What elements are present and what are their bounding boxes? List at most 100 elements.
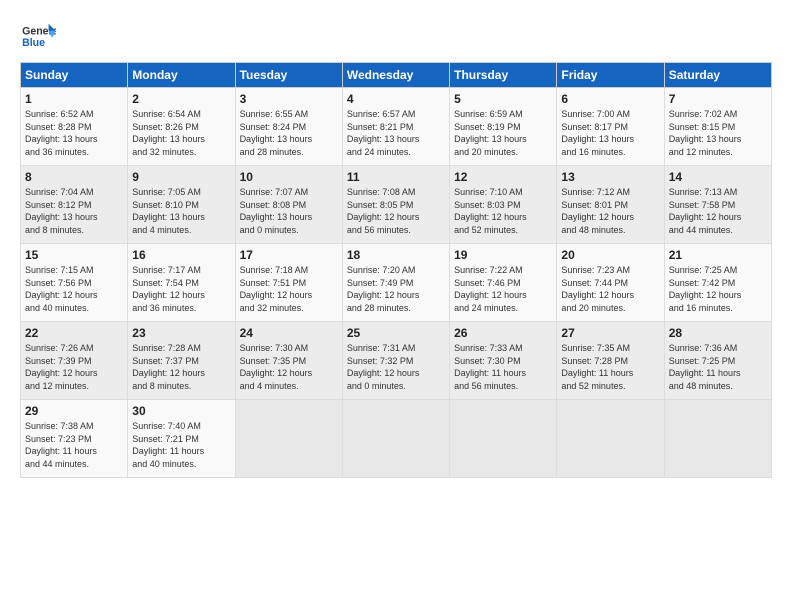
day-info: Sunrise: 7:38 AM Sunset: 7:23 PM Dayligh… bbox=[25, 420, 123, 470]
day-number: 17 bbox=[240, 248, 338, 262]
day-info: Sunrise: 7:08 AM Sunset: 8:05 PM Dayligh… bbox=[347, 186, 445, 236]
day-number: 16 bbox=[132, 248, 230, 262]
day-number: 6 bbox=[561, 92, 659, 106]
day-info: Sunrise: 7:20 AM Sunset: 7:49 PM Dayligh… bbox=[347, 264, 445, 314]
day-cell: 1 Sunrise: 6:52 AM Sunset: 8:28 PM Daylig… bbox=[21, 88, 128, 166]
day-number: 20 bbox=[561, 248, 659, 262]
day-cell: 16 Sunrise: 7:17 AM Sunset: 7:54 PM Dayli… bbox=[128, 244, 235, 322]
day-cell: 8Sunrise: 7:04 AM Sunset: 8:12 PM Daylig… bbox=[21, 166, 128, 244]
page: General Blue SundayMondayTuesdayWednesda… bbox=[0, 0, 792, 488]
day-info: Sunrise: 6:57 AM Sunset: 8:21 PM Dayligh… bbox=[347, 108, 445, 158]
day-cell: 12 Sunrise: 7:10 AM Sunset: 8:03 PM Dayli… bbox=[450, 166, 557, 244]
day-cell: 20 Sunrise: 7:23 AM Sunset: 7:44 PM Dayli… bbox=[557, 244, 664, 322]
day-info: Sunrise: 7:25 AM Sunset: 7:42 PM Dayligh… bbox=[669, 264, 767, 314]
day-info: Sunrise: 7:36 AM Sunset: 7:25 PM Dayligh… bbox=[669, 342, 767, 392]
col-header-tuesday: Tuesday bbox=[235, 63, 342, 88]
day-info: Sunrise: 6:59 AM Sunset: 8:19 PM Dayligh… bbox=[454, 108, 552, 158]
col-header-friday: Friday bbox=[557, 63, 664, 88]
day-number: 18 bbox=[347, 248, 445, 262]
day-info: Sunrise: 7:30 AM Sunset: 7:35 PM Dayligh… bbox=[240, 342, 338, 392]
day-cell: 6 Sunrise: 7:00 AM Sunset: 8:17 PM Daylig… bbox=[557, 88, 664, 166]
day-cell: 9 Sunrise: 7:05 AM Sunset: 8:10 PM Daylig… bbox=[128, 166, 235, 244]
day-cell: 3 Sunrise: 6:55 AM Sunset: 8:24 PM Daylig… bbox=[235, 88, 342, 166]
col-header-thursday: Thursday bbox=[450, 63, 557, 88]
day-number: 26 bbox=[454, 326, 552, 340]
day-info: Sunrise: 7:10 AM Sunset: 8:03 PM Dayligh… bbox=[454, 186, 552, 236]
day-cell bbox=[664, 400, 771, 478]
week-row-1: 1 Sunrise: 6:52 AM Sunset: 8:28 PM Daylig… bbox=[21, 88, 772, 166]
day-number: 25 bbox=[347, 326, 445, 340]
day-cell: 2 Sunrise: 6:54 AM Sunset: 8:26 PM Daylig… bbox=[128, 88, 235, 166]
day-number: 1 bbox=[25, 92, 123, 106]
day-info: Sunrise: 7:35 AM Sunset: 7:28 PM Dayligh… bbox=[561, 342, 659, 392]
day-number: 21 bbox=[669, 248, 767, 262]
day-number: 22 bbox=[25, 326, 123, 340]
day-cell: 25Sunrise: 7:31 AM Sunset: 7:32 PM Dayli… bbox=[342, 322, 449, 400]
day-cell: 30Sunrise: 7:40 AM Sunset: 7:21 PM Dayli… bbox=[128, 400, 235, 478]
week-row-3: 15 Sunrise: 7:15 AM Sunset: 7:56 PM Dayli… bbox=[21, 244, 772, 322]
day-cell: 24 Sunrise: 7:30 AM Sunset: 7:35 PM Dayli… bbox=[235, 322, 342, 400]
day-number: 15 bbox=[25, 248, 123, 262]
day-number: 12 bbox=[454, 170, 552, 184]
day-info: Sunrise: 7:02 AM Sunset: 8:15 PM Dayligh… bbox=[669, 108, 767, 158]
day-info: Sunrise: 7:15 AM Sunset: 7:56 PM Dayligh… bbox=[25, 264, 123, 314]
day-info: Sunrise: 7:33 AM Sunset: 7:30 PM Dayligh… bbox=[454, 342, 552, 392]
day-number: 9 bbox=[132, 170, 230, 184]
day-number: 23 bbox=[132, 326, 230, 340]
day-cell: 7 Sunrise: 7:02 AM Sunset: 8:15 PM Daylig… bbox=[664, 88, 771, 166]
day-number: 24 bbox=[240, 326, 338, 340]
day-cell: 18 Sunrise: 7:20 AM Sunset: 7:49 PM Dayli… bbox=[342, 244, 449, 322]
day-number: 14 bbox=[669, 170, 767, 184]
week-row-5: 29Sunrise: 7:38 AM Sunset: 7:23 PM Dayli… bbox=[21, 400, 772, 478]
week-row-2: 8Sunrise: 7:04 AM Sunset: 8:12 PM Daylig… bbox=[21, 166, 772, 244]
day-info: Sunrise: 7:00 AM Sunset: 8:17 PM Dayligh… bbox=[561, 108, 659, 158]
day-info: Sunrise: 6:54 AM Sunset: 8:26 PM Dayligh… bbox=[132, 108, 230, 158]
col-header-saturday: Saturday bbox=[664, 63, 771, 88]
day-number: 5 bbox=[454, 92, 552, 106]
day-number: 10 bbox=[240, 170, 338, 184]
day-info: Sunrise: 7:28 AM Sunset: 7:37 PM Dayligh… bbox=[132, 342, 230, 392]
col-header-monday: Monday bbox=[128, 63, 235, 88]
day-cell bbox=[235, 400, 342, 478]
day-info: Sunrise: 7:13 AM Sunset: 7:58 PM Dayligh… bbox=[669, 186, 767, 236]
day-info: Sunrise: 7:18 AM Sunset: 7:51 PM Dayligh… bbox=[240, 264, 338, 314]
day-cell bbox=[557, 400, 664, 478]
day-number: 30 bbox=[132, 404, 230, 418]
day-number: 3 bbox=[240, 92, 338, 106]
day-cell: 13Sunrise: 7:12 AM Sunset: 8:01 PM Dayli… bbox=[557, 166, 664, 244]
day-cell bbox=[342, 400, 449, 478]
week-row-4: 22 Sunrise: 7:26 AM Sunset: 7:39 PM Dayli… bbox=[21, 322, 772, 400]
day-number: 7 bbox=[669, 92, 767, 106]
day-number: 8 bbox=[25, 170, 123, 184]
day-info: Sunrise: 7:17 AM Sunset: 7:54 PM Dayligh… bbox=[132, 264, 230, 314]
day-cell: 27Sunrise: 7:35 AM Sunset: 7:28 PM Dayli… bbox=[557, 322, 664, 400]
logo: General Blue bbox=[20, 22, 56, 52]
day-cell: 10 Sunrise: 7:07 AM Sunset: 8:08 PM Dayli… bbox=[235, 166, 342, 244]
day-number: 13 bbox=[561, 170, 659, 184]
day-cell: 17 Sunrise: 7:18 AM Sunset: 7:51 PM Dayli… bbox=[235, 244, 342, 322]
day-cell: 4 Sunrise: 6:57 AM Sunset: 8:21 PM Daylig… bbox=[342, 88, 449, 166]
day-info: Sunrise: 6:55 AM Sunset: 8:24 PM Dayligh… bbox=[240, 108, 338, 158]
day-cell: 11 Sunrise: 7:08 AM Sunset: 8:05 PM Dayli… bbox=[342, 166, 449, 244]
day-number: 4 bbox=[347, 92, 445, 106]
day-number: 19 bbox=[454, 248, 552, 262]
day-cell: 5 Sunrise: 6:59 AM Sunset: 8:19 PM Daylig… bbox=[450, 88, 557, 166]
svg-text:Blue: Blue bbox=[22, 37, 45, 49]
logo-icon: General Blue bbox=[20, 22, 56, 52]
day-cell bbox=[450, 400, 557, 478]
day-info: Sunrise: 7:22 AM Sunset: 7:46 PM Dayligh… bbox=[454, 264, 552, 314]
day-cell: 14 Sunrise: 7:13 AM Sunset: 7:58 PM Dayli… bbox=[664, 166, 771, 244]
header: General Blue bbox=[20, 16, 772, 52]
day-cell: 21 Sunrise: 7:25 AM Sunset: 7:42 PM Dayli… bbox=[664, 244, 771, 322]
calendar-table: SundayMondayTuesdayWednesdayThursdayFrid… bbox=[20, 62, 772, 478]
day-info: Sunrise: 7:05 AM Sunset: 8:10 PM Dayligh… bbox=[132, 186, 230, 236]
day-info: Sunrise: 7:07 AM Sunset: 8:08 PM Dayligh… bbox=[240, 186, 338, 236]
day-cell: 19 Sunrise: 7:22 AM Sunset: 7:46 PM Dayli… bbox=[450, 244, 557, 322]
day-info: Sunrise: 6:52 AM Sunset: 8:28 PM Dayligh… bbox=[25, 108, 123, 158]
day-number: 11 bbox=[347, 170, 445, 184]
day-number: 2 bbox=[132, 92, 230, 106]
day-info: Sunrise: 7:26 AM Sunset: 7:39 PM Dayligh… bbox=[25, 342, 123, 392]
day-cell: 15 Sunrise: 7:15 AM Sunset: 7:56 PM Dayli… bbox=[21, 244, 128, 322]
day-info: Sunrise: 7:23 AM Sunset: 7:44 PM Dayligh… bbox=[561, 264, 659, 314]
day-cell: 26 Sunrise: 7:33 AM Sunset: 7:30 PM Dayli… bbox=[450, 322, 557, 400]
